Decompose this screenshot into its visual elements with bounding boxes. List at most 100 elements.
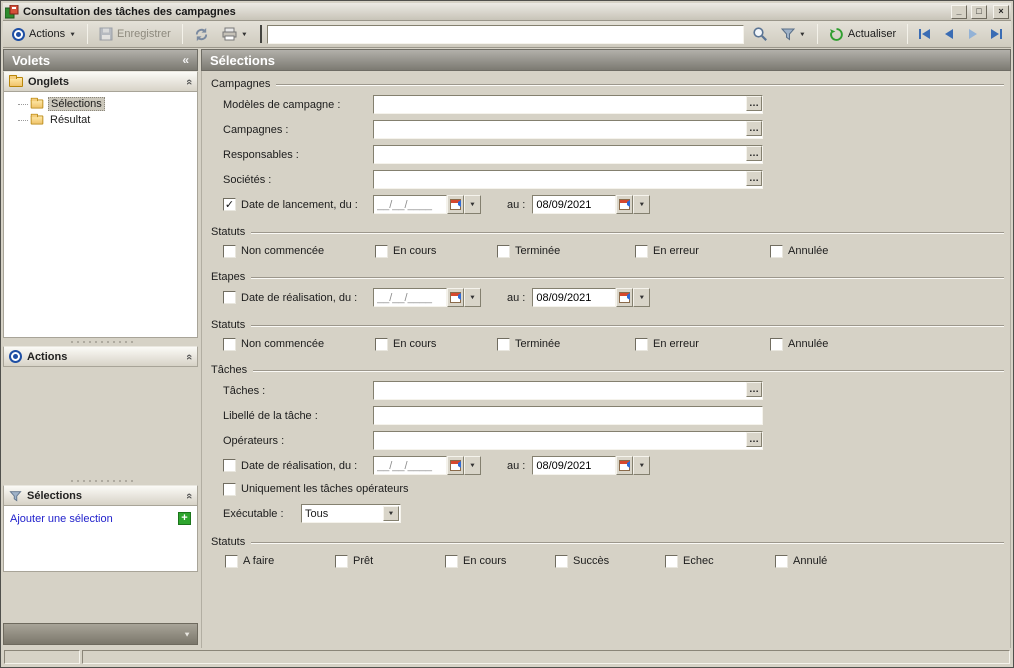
operateurs-lookup-button[interactable]: … xyxy=(746,432,762,447)
statut-en-erreur-checkbox[interactable] xyxy=(635,245,648,258)
print-button[interactable]: ▼ xyxy=(217,24,253,44)
calendar-button[interactable] xyxy=(447,195,464,214)
date-realisation-etapes-to-input[interactable] xyxy=(532,288,616,307)
etape-annulee-checkbox[interactable] xyxy=(770,338,783,351)
add-icon[interactable]: + xyxy=(178,512,191,525)
save-button[interactable]: Enregistrer xyxy=(94,24,176,44)
responsables-lookup-button[interactable]: … xyxy=(746,146,762,161)
last-record-button[interactable] xyxy=(986,25,1007,44)
etape-terminee-checkbox[interactable] xyxy=(497,338,510,351)
tache-en-cours-checkbox[interactable] xyxy=(445,555,458,568)
date-realisation-etapes-checkbox[interactable] xyxy=(223,291,236,304)
statut-non-commencee-checkbox[interactable] xyxy=(223,245,236,258)
date-realisation-etapes-from-input[interactable] xyxy=(373,288,447,307)
search-input[interactable] xyxy=(267,25,744,44)
panel-header-onglets[interactable]: Onglets « xyxy=(3,71,198,92)
responsables-input[interactable] xyxy=(373,145,763,164)
date-lancement-checkbox[interactable]: ✓ xyxy=(223,198,236,211)
toolbar: Actions ▼ Enregistrer ▼ ▼ Actualiser xyxy=(3,21,1011,48)
taches-input[interactable] xyxy=(373,381,763,400)
calendar-button[interactable] xyxy=(616,288,633,307)
printer-icon xyxy=(222,27,237,41)
campagnes-lookup-button[interactable]: … xyxy=(746,121,762,136)
date-realisation-taches-checkbox[interactable] xyxy=(223,459,236,472)
statut-annulee-checkbox[interactable] xyxy=(770,245,783,258)
tache-succes-checkbox[interactable] xyxy=(555,555,568,568)
folder-icon xyxy=(31,116,44,125)
statut-terminee-checkbox[interactable] xyxy=(497,245,510,258)
statuts-campagnes-row: Non commencée En cours Terminée En erreu… xyxy=(208,240,1004,262)
next-record-button[interactable] xyxy=(962,25,983,44)
campagnes-input[interactable] xyxy=(373,120,763,139)
actions-menu-button[interactable]: Actions ▼ xyxy=(7,25,81,44)
libelle-tache-input[interactable] xyxy=(373,406,763,425)
tache-a-faire-checkbox[interactable] xyxy=(225,555,238,568)
close-button[interactable]: × xyxy=(993,5,1009,19)
calendar-button[interactable] xyxy=(447,288,464,307)
etape-en-erreur-checkbox[interactable] xyxy=(635,338,648,351)
chevron-up-icon[interactable]: « xyxy=(183,78,195,84)
sidebar-item-resultat[interactable]: Résultat xyxy=(6,112,195,128)
calendar-button[interactable] xyxy=(616,195,633,214)
calendar-button[interactable] xyxy=(447,456,464,475)
panel-title-onglets: Onglets xyxy=(28,76,69,88)
filter-button[interactable]: ▼ xyxy=(776,24,811,44)
panel-splitter[interactable] xyxy=(3,477,198,485)
first-record-button[interactable] xyxy=(914,25,935,44)
search-button[interactable] xyxy=(747,23,773,45)
titlebar: Consultation des tâches des campagnes _ … xyxy=(3,3,1011,21)
chevron-down-icon: ▼ xyxy=(638,202,645,208)
minimize-button[interactable]: _ xyxy=(951,5,967,19)
date-dropdown-button[interactable]: ▼ xyxy=(633,195,650,214)
etape-en-cours-checkbox[interactable] xyxy=(375,338,388,351)
date-dropdown-button[interactable]: ▼ xyxy=(633,456,650,475)
taches-lookup-button[interactable]: … xyxy=(746,382,762,397)
maximize-button[interactable]: □ xyxy=(971,5,987,19)
date-lancement-from-input[interactable] xyxy=(373,195,447,214)
tache-annule-checkbox[interactable] xyxy=(775,555,788,568)
date-dropdown-button[interactable]: ▼ xyxy=(464,195,481,214)
add-selection-link[interactable]: Ajouter une sélection xyxy=(10,513,178,525)
calendar-button[interactable] xyxy=(616,456,633,475)
date-dropdown-button[interactable]: ▼ xyxy=(464,288,481,307)
date-realisation-taches-from-input[interactable] xyxy=(373,456,447,475)
chevron-down-icon[interactable]: ▼ xyxy=(383,506,399,521)
modeles-campagne-input[interactable] xyxy=(373,95,763,114)
tache-pret-checkbox[interactable] xyxy=(335,555,348,568)
date-dropdown-button[interactable]: ▼ xyxy=(633,288,650,307)
chevron-up-icon[interactable]: « xyxy=(183,353,195,359)
panel-splitter[interactable] xyxy=(3,338,198,346)
etape-non-commencee-checkbox[interactable] xyxy=(223,338,236,351)
date-realisation-taches-to-input[interactable] xyxy=(532,456,616,475)
uniquement-operateurs-checkbox[interactable] xyxy=(223,483,236,496)
filter-icon xyxy=(781,27,795,41)
chevron-down-icon[interactable]: ▼ xyxy=(183,630,191,638)
group-header-statuts-campagnes: Statuts xyxy=(208,224,1004,240)
selections-panel-body: Ajouter une sélection + xyxy=(3,506,198,572)
date-lancement-to-input[interactable] xyxy=(532,195,616,214)
panel-header-actions[interactable]: Actions « xyxy=(3,346,198,367)
sync-button[interactable] xyxy=(189,24,214,45)
modeles-campagne-lookup-button[interactable]: … xyxy=(746,96,762,111)
collapse-sidebar-button[interactable]: « xyxy=(182,53,189,67)
panel-header-selections[interactable]: Sélections « xyxy=(3,485,198,506)
group-header-statuts-etapes: Statuts xyxy=(208,317,1004,333)
previous-record-button[interactable] xyxy=(938,25,959,44)
tache-echec-checkbox[interactable] xyxy=(665,555,678,568)
societes-lookup-button[interactable]: … xyxy=(746,171,762,186)
sidebar-bottom-bar[interactable]: ▼ xyxy=(3,623,198,645)
add-selection-row: Ajouter une sélection + xyxy=(10,512,191,525)
search-grip[interactable] xyxy=(260,25,262,43)
societes-input[interactable] xyxy=(373,170,763,189)
date-lancement-from: ▼ xyxy=(373,195,481,214)
chevron-down-icon: ▼ xyxy=(469,202,476,208)
statut-en-cours-checkbox[interactable] xyxy=(375,245,388,258)
date-realisation-etapes-to: ▼ xyxy=(532,288,650,307)
date-dropdown-button[interactable]: ▼ xyxy=(464,456,481,475)
previous-record-icon xyxy=(945,29,953,39)
chevron-up-icon[interactable]: « xyxy=(183,492,195,498)
operateurs-input[interactable] xyxy=(373,431,763,450)
executable-select[interactable]: Tous ▼ xyxy=(301,504,401,523)
refresh-button[interactable]: Actualiser xyxy=(824,24,901,45)
sidebar-item-selections[interactable]: Sélections xyxy=(6,96,195,112)
